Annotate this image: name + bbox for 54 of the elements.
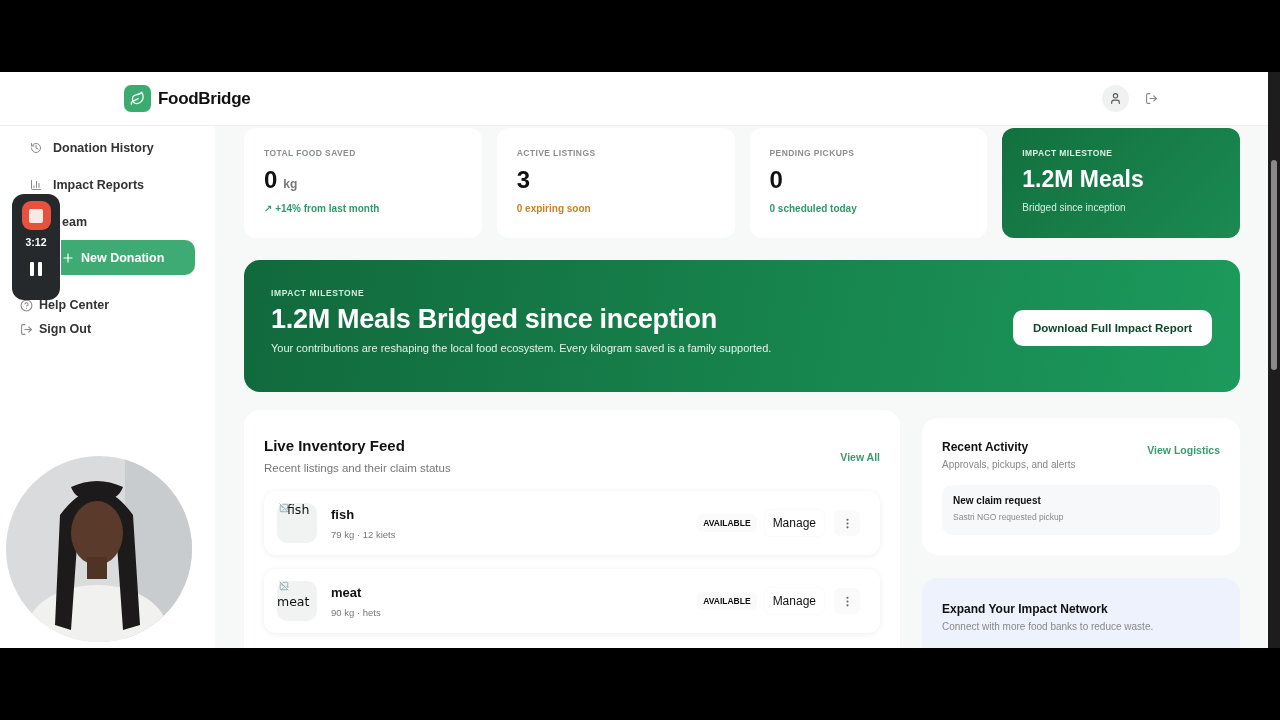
activity-text: Sastri NGO requested pickup — [953, 512, 1065, 522]
card-title: Expand Your Impact Network — [942, 602, 1109, 616]
item-name: meat — [331, 584, 363, 600]
stop-button[interactable] — [21, 201, 51, 230]
stat-unit: kg — [283, 177, 298, 191]
banner-title: 1.2M Meals Bridged since inception — [271, 304, 718, 335]
panel-title: Recent Activity — [942, 440, 1030, 454]
stat-value: 0 — [769, 166, 783, 194]
activity-title: New claim request — [953, 495, 1042, 506]
history-icon — [30, 141, 43, 154]
stat-note: 0 scheduled today — [769, 203, 858, 214]
sidebar-item[interactable]: eam — [62, 214, 88, 229]
bar-chart-icon — [30, 178, 43, 191]
download-report-button[interactable]: Download Full Impact Report — [1012, 310, 1212, 346]
manage-button[interactable]: Manage — [764, 588, 824, 614]
logout-icon[interactable] — [1145, 92, 1158, 105]
sidebar-item[interactable]: Impact Reports — [53, 177, 144, 192]
broken-image-icon — [279, 503, 289, 513]
leaf-logo-icon — [124, 85, 151, 112]
plus-icon — [61, 250, 75, 265]
image-alt-text: meat — [277, 595, 310, 610]
manage-button[interactable]: Manage — [764, 510, 824, 536]
sidebar-item[interactable]: Donation History — [53, 140, 154, 155]
recording-time: 3:12 — [25, 236, 47, 248]
panel-subtitle: Approvals, pickups, and alerts — [942, 459, 1076, 470]
brand-name: FoodBridge — [158, 88, 251, 109]
item-details: 90 kg · hets — [331, 606, 381, 618]
stat-label: IMPACT MILESTONE — [1022, 148, 1114, 158]
item-name: fish — [331, 506, 356, 522]
banner-text: Your contributions are reshaping the local food ecosystem. Every kilogram saved is a family supported. — [271, 342, 772, 354]
user-icon[interactable] — [1102, 85, 1129, 112]
stat-value: 3 — [516, 166, 531, 194]
stat-note: Bridged since inception — [1022, 202, 1127, 213]
stat-label: TOTAL FOOD SAVED — [264, 148, 357, 158]
pause-icon[interactable] — [29, 261, 43, 277]
card-text: Connect with more food banks to reduce waste. — [942, 621, 1155, 632]
stat-value: 1.2M Meals — [1022, 166, 1144, 193]
stat-value: 0 — [264, 166, 278, 194]
sidebar-link[interactable]: Help Center — [39, 298, 110, 312]
banner-eyebrow: IMPACT MILESTONE — [271, 288, 366, 298]
logout-icon — [20, 322, 33, 336]
panel-subtitle: Recent listings and their claim status — [264, 462, 451, 474]
image-alt-text: fish — [287, 503, 310, 518]
stat-label: PENDING PICKUPS — [769, 148, 856, 158]
status-badge: AVAILABLE — [697, 514, 757, 532]
panel-title: Live Inventory Feed — [264, 437, 406, 454]
stat-note: 0 expiring soon — [516, 203, 592, 214]
status-badge: AVAILABLE — [697, 592, 757, 610]
item-details: 79 kg · 12 kiets — [331, 528, 396, 540]
stat-label: ACTIVE LISTINGS — [516, 148, 597, 158]
sidebar-link[interactable]: Sign Out — [39, 322, 92, 336]
stat-note: ↗ +14% from last month — [264, 203, 381, 214]
broken-image-icon — [279, 581, 289, 591]
help-icon — [20, 298, 33, 312]
